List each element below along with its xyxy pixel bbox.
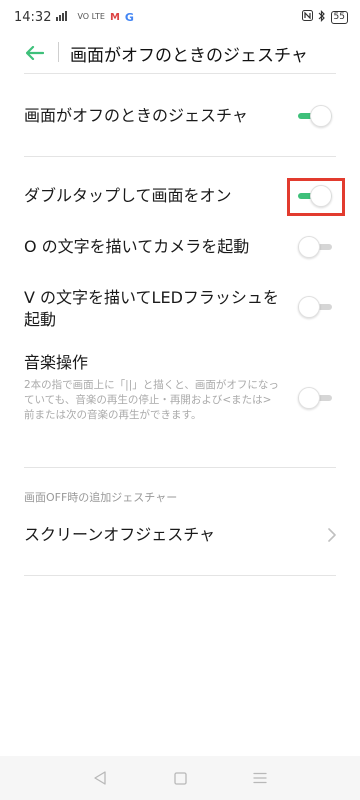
divider bbox=[24, 156, 336, 157]
home-nav-button[interactable] bbox=[168, 766, 192, 790]
status-left: 14:32 VO LTE M G bbox=[14, 10, 134, 25]
setting-label: O の文字を描いてカメラを起動 bbox=[24, 237, 250, 256]
volte-icon: VO LTE bbox=[77, 12, 105, 21]
setting-label-line1: V の文字を描いてLEDフラッシュを bbox=[24, 288, 279, 307]
page-title: 画面がオフのときのジェスチャ bbox=[70, 46, 308, 66]
recents-nav-button[interactable] bbox=[248, 766, 272, 790]
status-right: 55 bbox=[301, 9, 348, 25]
divider bbox=[24, 467, 336, 468]
nav-item-screen-off-gestures[interactable]: スクリーンオフジェスチャ bbox=[24, 524, 336, 550]
highlight-box bbox=[287, 178, 345, 216]
google-icon: G bbox=[124, 10, 134, 24]
toggle-knob bbox=[298, 387, 320, 409]
setting-label: 音楽操作 bbox=[24, 353, 89, 372]
toggle-music-control[interactable] bbox=[298, 387, 332, 409]
setting-row-o-camera[interactable]: O の文字を描いてカメラを起動 bbox=[24, 236, 336, 258]
back-button[interactable] bbox=[22, 40, 48, 66]
chevron-right-icon bbox=[328, 527, 336, 546]
gmail-icon: M bbox=[109, 11, 120, 23]
nav-item-label: スクリーンオフジェスチャ bbox=[24, 525, 216, 544]
status-bar: 14:32 VO LTE M G 55 bbox=[0, 0, 360, 34]
setting-label-line2: 起動 bbox=[24, 310, 57, 329]
header-divider-line bbox=[24, 73, 336, 74]
setting-row-v-flashlight[interactable]: V の文字を描いてLEDフラッシュを 起動 bbox=[24, 287, 336, 331]
toggle-knob bbox=[298, 296, 320, 318]
setting-label: 画面がオフのときのジェスチャ bbox=[24, 106, 248, 125]
status-time: 14:32 bbox=[14, 9, 52, 25]
toggle-screen-off-gestures[interactable] bbox=[298, 105, 332, 127]
toggle-knob bbox=[310, 105, 332, 127]
section-header: 画面OFF時の追加ジェスチャー bbox=[24, 491, 178, 504]
toggle-knob bbox=[298, 236, 320, 258]
back-nav-button[interactable] bbox=[88, 766, 112, 790]
signal-icon bbox=[56, 10, 72, 24]
setting-description: 2本の指で画面上に「||」と描くと、画面がオフになっていても、音楽の再生の停止・… bbox=[24, 379, 279, 421]
header-divider bbox=[58, 42, 59, 62]
menu-recents-icon bbox=[253, 772, 267, 784]
toggle-o-camera[interactable] bbox=[298, 236, 332, 258]
battery-indicator: 55 bbox=[330, 10, 348, 24]
divider bbox=[24, 575, 336, 576]
toggle-v-flashlight[interactable] bbox=[298, 296, 332, 318]
bluetooth-icon bbox=[318, 9, 326, 25]
setting-row-music-control[interactable]: 音楽操作 2本の指で画面上に「||」と描くと、画面がオフになっていても、音楽の再… bbox=[24, 352, 336, 423]
setting-row-screen-off-gestures[interactable]: 画面がオフのときのジェスチャ bbox=[24, 105, 336, 127]
system-navigation-bar bbox=[0, 756, 360, 800]
nfc-icon bbox=[301, 10, 313, 24]
square-home-icon bbox=[173, 771, 187, 785]
header: 画面がオフのときのジェスチャ bbox=[0, 34, 360, 72]
back-arrow-icon bbox=[26, 46, 44, 60]
triangle-back-icon bbox=[94, 771, 106, 785]
